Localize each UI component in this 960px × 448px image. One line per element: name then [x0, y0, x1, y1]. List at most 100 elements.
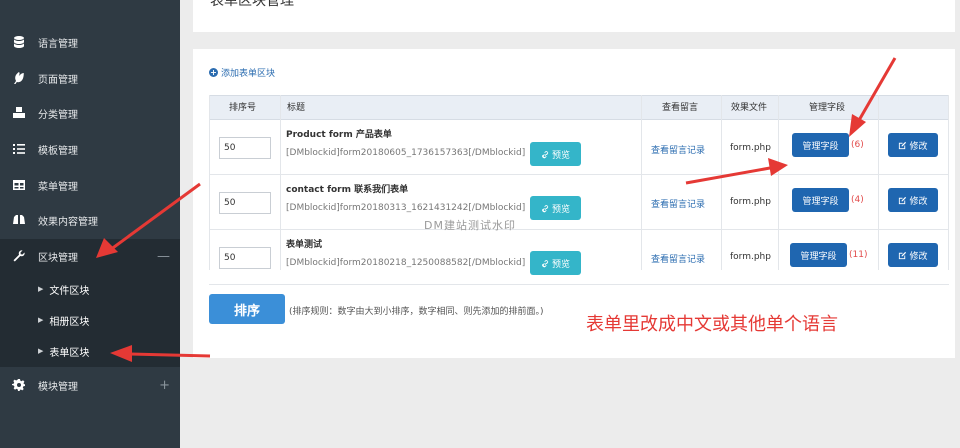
expand-toggle[interactable]: +	[159, 378, 170, 393]
sidebar-subitem-file-blocks[interactable]: ▶ 文件区块	[38, 278, 89, 300]
sidebar-item-blocks[interactable]: 区块管理 —	[0, 239, 180, 273]
list-ordered-icon	[12, 142, 26, 156]
table-divider	[948, 95, 949, 270]
wrench-icon	[12, 249, 26, 263]
binoculars-icon	[12, 213, 26, 227]
sidebar-item-label: 分类管理	[38, 109, 78, 121]
sidebar-item-label: 菜单管理	[38, 181, 78, 193]
order-input[interactable]: 50	[219, 192, 271, 214]
table-row: 50 表单测试 [DMblockid]form20180218_12500885…	[209, 230, 949, 285]
view-messages-link[interactable]: 查看留言记录	[651, 143, 705, 156]
collapse-toggle[interactable]: —	[157, 249, 170, 264]
sort-rule-note: (排序规则：数字由大到小排序，数字相同、则先添加的排前面。)	[289, 307, 544, 317]
order-input[interactable]: 50	[219, 137, 271, 159]
block-code: [DMblockid]form20180218_1250088582[/DMbl…	[286, 258, 526, 268]
table-header: 排序号 标题 查看留言 效果文件 管理字段	[209, 95, 949, 120]
sidebar-subitem-label: 表单区块	[49, 347, 90, 359]
link-icon	[542, 204, 549, 212]
sidebar-item-pages[interactable]: 页面管理	[0, 61, 180, 95]
sidebar-subitem-label: 文件区块	[49, 285, 90, 297]
header-title: 标题	[287, 103, 306, 113]
table-icon	[12, 178, 26, 192]
preview-label: 预览	[551, 204, 570, 215]
header-file: 效果文件	[731, 103, 768, 113]
view-messages-link[interactable]: 查看留言记录	[651, 197, 705, 210]
header-messages: 查看留言	[662, 103, 699, 113]
header-order: 排序号	[229, 103, 257, 113]
row-title: contact form 联系我们表单	[286, 185, 409, 195]
sidebar-item-label: 效果内容管理	[38, 216, 98, 228]
caret-right-icon: ▶	[38, 285, 44, 293]
add-form-block-link[interactable]: + 添加表单区块	[209, 66, 275, 79]
annotation-text: 表单里改成中文或其他单个语言	[586, 314, 838, 335]
edit-button[interactable]: 修改	[888, 188, 938, 212]
leaf-icon	[12, 71, 26, 85]
sidebar-item-modules[interactable]: 模块管理 +	[0, 368, 180, 402]
block-code: [DMblockid]form20180313_1621431242[/DMbl…	[286, 203, 526, 213]
edit-button[interactable]: 修改	[888, 243, 938, 267]
sidebar-item-label: 页面管理	[38, 74, 78, 86]
sidebar-item-label: 模板管理	[38, 145, 78, 157]
sidebar-submenu	[0, 273, 180, 367]
sidebar-item-categories[interactable]: 分类管理	[0, 96, 180, 130]
edit-icon	[899, 196, 907, 204]
block-code: [DMblockid]form20180605_1736157363[/DMbl…	[286, 148, 526, 158]
sidebar-item-label: 语言管理	[38, 38, 78, 50]
plus-circle-icon: +	[209, 68, 218, 77]
link-icon	[542, 259, 549, 267]
field-count: (4)	[851, 195, 864, 205]
row-title: Product form 产品表单	[286, 130, 392, 140]
effect-file: form.php	[730, 252, 771, 262]
preview-label: 预览	[551, 150, 570, 161]
link-icon	[542, 150, 549, 158]
row-title: 表单测试	[286, 240, 323, 250]
edit-label: 修改	[909, 141, 928, 152]
preview-label: 预览	[551, 259, 570, 270]
field-count: (11)	[849, 250, 868, 260]
edit-label: 修改	[909, 251, 928, 262]
sidebar-item-effects[interactable]: 效果内容管理	[0, 203, 180, 237]
sidebar-item-label: 区块管理	[38, 252, 78, 264]
edit-icon	[899, 251, 907, 259]
sidebar-item-menus[interactable]: 菜单管理	[0, 168, 180, 202]
page-title: 表单区块管理	[210, 0, 294, 9]
edit-label: 修改	[909, 196, 928, 207]
effect-file: form.php	[730, 143, 771, 153]
sidebar: 语言管理 页面管理 分类管理 模板管理 菜单管理 效果内容管理 区块管理 — ▶…	[0, 0, 180, 448]
caret-right-icon: ▶	[38, 316, 44, 324]
order-input[interactable]: 50	[219, 247, 271, 269]
header-fields: 管理字段	[809, 103, 846, 113]
view-messages-link[interactable]: 查看留言记录	[651, 252, 705, 265]
edit-icon	[899, 141, 907, 149]
sort-button[interactable]: 排序	[209, 294, 285, 324]
add-link-label: 添加表单区块	[221, 69, 276, 79]
manage-fields-button[interactable]: 管理字段	[792, 133, 849, 157]
manage-fields-button[interactable]: 管理字段	[792, 188, 849, 212]
cubes-icon	[12, 106, 26, 120]
sidebar-subitem-form-blocks[interactable]: ▶ 表单区块	[38, 340, 89, 362]
field-count: (6)	[851, 140, 864, 150]
sidebar-item-languages[interactable]: 语言管理	[0, 25, 180, 59]
edit-button[interactable]: 修改	[888, 133, 938, 157]
table-divider	[641, 95, 642, 270]
database-icon	[12, 35, 26, 49]
caret-right-icon: ▶	[38, 347, 44, 355]
manage-fields-button[interactable]: 管理字段	[790, 243, 847, 267]
table-divider	[721, 95, 722, 270]
sidebar-item-label: 模块管理	[38, 381, 78, 393]
preview-button[interactable]: 预览	[530, 251, 581, 275]
sidebar-item-templates[interactable]: 模板管理	[0, 132, 180, 166]
gear-icon	[12, 378, 26, 392]
preview-button[interactable]: 预览	[530, 142, 581, 166]
table-divider	[878, 95, 879, 270]
table-row: 50 contact form 联系我们表单 [DMblockid]form20…	[209, 175, 949, 230]
page-header	[193, 0, 955, 32]
table-divider	[209, 95, 210, 270]
table-divider	[778, 95, 779, 270]
effect-file: form.php	[730, 197, 771, 207]
sidebar-subitem-album-blocks[interactable]: ▶ 相册区块	[38, 309, 89, 331]
table-divider	[280, 95, 281, 270]
sidebar-subitem-label: 相册区块	[49, 316, 90, 328]
preview-button[interactable]: 预览	[530, 196, 581, 220]
table-row: 50 Product form 产品表单 [DMblockid]form2018…	[209, 120, 949, 175]
